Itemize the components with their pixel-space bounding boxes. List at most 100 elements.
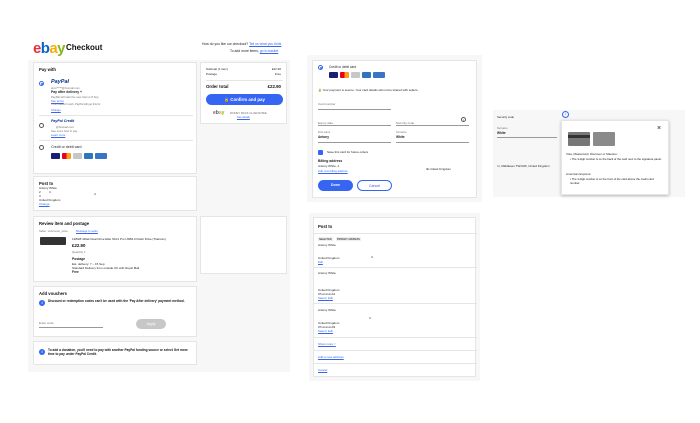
post-list-cancel-link[interactable]: Cancel [318,368,327,372]
divider [314,350,477,351]
show-more-link[interactable]: Show more ˅ [318,342,336,346]
order-summary: Subtotal (1 item) £22.90 Postage Free Or… [200,62,287,124]
address-name: Antony White [318,308,336,312]
divider [314,303,477,304]
money-back-text: MONEY BACK GUARANTEE [230,111,267,115]
info-icon: i [39,300,45,306]
post-to-city: 4 [94,192,96,196]
address-edit-link[interactable]: Edit [318,260,323,264]
pay-after-note: This is doesn't work, PayPal will get th… [51,103,101,106]
guarantee-link[interactable]: See details [237,116,250,119]
donation-section: i To add a donation, you'll need to pay … [33,341,197,365]
add-billing-link[interactable]: Add new billing address [318,169,348,173]
postage-value: Free [274,72,281,76]
pay-with-title: Pay with [39,67,56,72]
lock-icon: 🔒 [318,88,322,92]
ebay-logo[interactable]: ebay [33,40,65,57]
save-card-label: Save this card for future orders [327,150,369,154]
post-to-section: Post to Antony White 2 4 4 3 United King… [33,176,197,211]
lock-icon: 🔒 [224,97,230,102]
visa-icon [329,72,338,78]
item-image [40,237,66,245]
divider [39,140,193,141]
mastercard-icon [340,72,349,78]
close-icon[interactable]: × [657,125,661,132]
card-number-input[interactable]: Card number [318,101,391,110]
security-code-input[interactable]: Security code [396,117,469,126]
first-name-input[interactable]: First name Antony [318,131,391,143]
card-back-image [568,132,590,146]
order-total-label: Order total [206,84,229,89]
address-select-edit-link[interactable]: Select | Edit [318,329,333,333]
primary-badge: PRIMARY ADDRESS [336,237,361,242]
security-popover: × Visa, Mastercard, Discover or Maestro:… [561,120,669,195]
info-circle-icon[interactable]: i [461,117,466,122]
security-code-field[interactable]: Security code [497,115,565,124]
subtotal-label: Subtotal (1 item) [206,67,229,71]
card-logos [51,153,111,161]
page-title: Checkout [66,43,103,52]
address-name: Antony White [318,271,336,275]
feedback-link[interactable]: Tell us what you think [249,42,281,46]
subtotal-value: £22.90 [271,67,281,71]
credit-card-radio[interactable] [39,145,44,150]
address-number: 4 [371,255,373,259]
credit-card-label: Credit or debit card [51,145,82,149]
pay-after-delivery: Pay after delivery + [51,90,83,94]
voucher-code-input[interactable]: Enter code [39,320,103,328]
post-to-list: Post to SELECTED PRIMARY ADDRESS Antony … [313,217,477,377]
mastercard-icon [62,153,71,159]
postage-label: Postage [206,72,218,76]
review-title: Review item and postage [39,221,90,226]
maestro-icon [73,153,82,159]
address-name: Antony White [318,243,336,247]
postage-title: Postage [72,257,86,261]
address-number: 3 [369,316,371,320]
cancel-button[interactable]: Cancel [357,180,392,191]
paypal-change-link[interactable]: Change [51,108,61,112]
post-to-change-link[interactable]: Change [39,202,50,206]
info-circle-icon[interactable]: i [562,111,569,118]
money-back-logo: ebay [213,110,225,116]
go-to-basket-link[interactable]: go to basket [260,49,278,53]
paypal-radio[interactable] [39,81,44,86]
visa-icon [51,153,60,159]
save-card-checkbox[interactable] [318,150,323,155]
divider [314,267,477,268]
post-to-name: Antony White [39,186,57,190]
add-more-text: To add more items, go to basket [230,49,279,53]
selected-badge: SELECTED [318,237,333,242]
done-button[interactable]: Done [318,180,353,191]
review-item-section: Review item and postage Seller: rockmoon… [33,216,197,282]
surname-field[interactable]: Surname White [497,127,557,138]
divider [206,80,283,81]
divider [314,233,477,234]
paypal-credit-radio[interactable] [39,123,44,128]
amex-icon [84,153,93,159]
secure-note: 🔒 Your payment is secure. Your card deta… [318,88,419,92]
divider [39,115,193,116]
confirm-and-pay-button[interactable]: 🔒 Confirm and pay [206,94,283,105]
amex-icon [362,72,371,78]
add-new-address-link[interactable]: Add a new address [318,355,344,359]
post-list-title: Post to [318,224,333,229]
item-title[interactable]: 128GB 4Disk Dual Drive Elite S101 Pro US… [72,237,166,242]
donation-note: To add a donation, you'll need to pay wi… [48,348,188,357]
expiry-date-input[interactable]: Expiry date [318,117,391,126]
order-total-value: £22.90 [267,84,281,89]
apply-voucher-button[interactable]: Apply [136,319,166,329]
info-icon: i [39,349,45,355]
divider [314,363,477,364]
amex-title: American Express: [566,172,592,176]
card-radio[interactable] [318,65,323,70]
card-form-title: Credit or debit card [329,65,357,69]
feedback-question: How do you like our checkout? Tell us wh… [202,42,282,46]
popover-address: rn, Middlesex TW13JF, United Kingdom [497,164,550,168]
amex-bullet: • The 4-digit number is on the front of … [570,177,654,185]
delivery-service: Standard Delivery from outside UK with R… [72,266,140,270]
learn-more-link[interactable]: Learn more [51,133,65,137]
surname-input[interactable]: Surname White [396,131,469,143]
visa-title: Visa, Mastercard, Discover or Maestro: [566,152,618,156]
address-select-edit-link[interactable]: Select | Edit [318,296,333,300]
message-seller-link[interactable]: Message to seller [76,229,98,233]
